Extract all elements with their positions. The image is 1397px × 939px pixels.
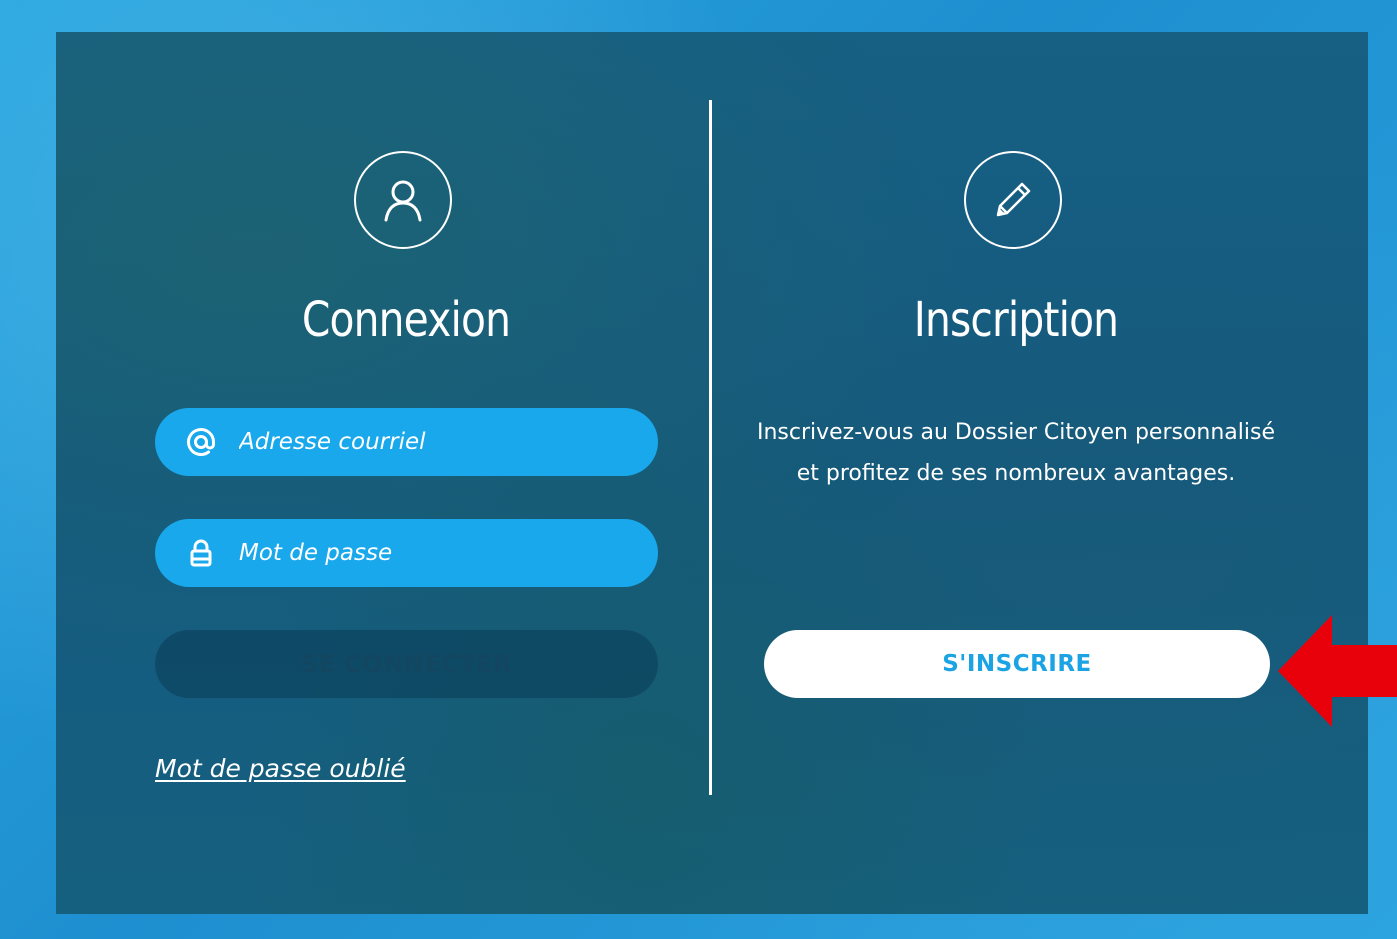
lock-icon [181, 538, 221, 568]
login-title: Connexion [301, 292, 511, 348]
user-icon [354, 151, 452, 249]
at-sign-icon [181, 427, 221, 457]
forgot-password-link[interactable]: Mot de passe oublié [155, 754, 406, 783]
signup-description: Inscrivez-vous au Dossier Citoyen person… [756, 420, 1275, 486]
password-input[interactable] [239, 540, 639, 566]
signup-button[interactable]: S'INSCRIRE [764, 630, 1270, 698]
email-field[interactable] [155, 408, 658, 476]
password-field[interactable] [155, 519, 658, 587]
signup-title: Inscription [913, 292, 1119, 348]
pencil-icon [964, 151, 1062, 249]
auth-panel: Connexion SE CONNECTER Mot de passe [56, 32, 1368, 914]
vertical-divider [709, 100, 712, 795]
email-input[interactable] [239, 429, 639, 455]
annotation-arrow-icon [1278, 615, 1397, 727]
login-button[interactable]: SE CONNECTER [155, 630, 658, 698]
page: Connexion SE CONNECTER Mot de passe [0, 0, 1397, 939]
